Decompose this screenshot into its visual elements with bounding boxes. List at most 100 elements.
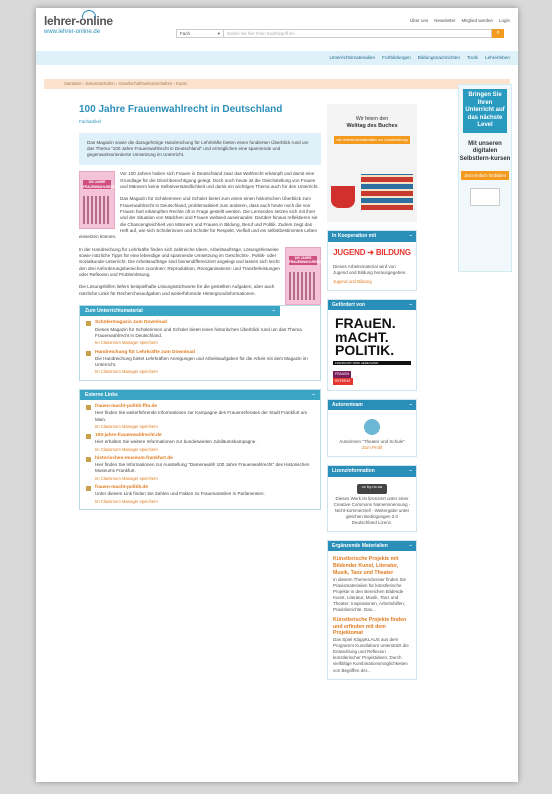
cooperation-header[interactable]: In Kooperation mit – — [328, 231, 416, 242]
license-header[interactable]: Lizenzinformation – — [328, 466, 416, 477]
subject-select[interactable]: Fach ▾ — [176, 29, 224, 38]
intro-box: Das Magazin sowie die dazugehörige Handr… — [79, 132, 321, 166]
page-title: 100 Jahre Frauenwahlrecht in Deutschland — [79, 104, 283, 115]
nav-item-tools[interactable]: Tools — [467, 55, 478, 61]
browser-page: lehrer-online www.lehrer-online.de Über … — [36, 8, 518, 782]
laptop-screen-image — [470, 188, 500, 207]
material-box-header[interactable]: Zum Unterrichtsmaterial – — [80, 305, 280, 317]
nav-item-materials[interactable]: Unterrichtsmaterialien — [330, 55, 376, 61]
links-box-header[interactable]: Externe Links – — [80, 389, 320, 401]
top-links: Über uns Newsletter Mitglied werden Logi… — [410, 18, 510, 24]
paragraph-1: Vor 100 Jahren haben sich Frauen in Deut… — [120, 171, 319, 190]
collapse-icon[interactable]: – — [409, 233, 412, 240]
partner-link[interactable]: Jugend und Bildung — [333, 279, 411, 285]
cc-license-badge[interactable]: cc by-nc-sa — [357, 483, 387, 494]
wifi-arc-icon — [82, 10, 96, 18]
article-body-2: 100 JAHRE FRAUENWAHLRECHT In der Handrei… — [79, 246, 323, 305]
book-day-ad[interactable]: Wir feiern den Welttag des Buches mit Un… — [327, 104, 417, 222]
fmp-logo-text: FRAuEN. mACHT. POLITIK. — [333, 315, 411, 359]
material-box: Zum Unterrichtsmaterial – Schülermagazin… — [79, 304, 321, 381]
training-ad-button[interactable]: Jetzt einfach fortbilden — [461, 170, 509, 181]
nav-item-news[interactable]: Bildungsnachrichten — [418, 55, 460, 61]
extra-materials-body: Künstlerische Projekte mit Bildender Kun… — [328, 551, 416, 678]
breadcrumb[interactable]: Startseite › Sekundarstufen › Gesellscha… — [44, 79, 510, 89]
save-to-classroom-link[interactable]: Im Classroom Manager speichern — [95, 476, 314, 481]
top-link-newsletter[interactable]: Newsletter — [434, 18, 455, 24]
collapse-icon[interactable]: – — [409, 543, 412, 550]
cover-title-2: 100 JAHRE FRAUENWAHLRECHT — [289, 255, 323, 265]
cover-illustration-2 — [289, 271, 317, 300]
training-ad-text: Mit unseren digitalen Selbstlern-kursen — [459, 140, 511, 163]
top-link-about[interactable]: Über uns — [410, 18, 428, 24]
collapse-icon[interactable]: – — [272, 308, 275, 315]
nav-item-teacherlife[interactable]: Lehrerleben — [485, 55, 510, 61]
training-ad-headline: Bringen Sie Ihren Unterricht auf das näc… — [463, 89, 507, 133]
search-button[interactable]: ⌕ — [492, 29, 504, 38]
ad-line-1: Wir feiern den — [355, 116, 389, 122]
list-item: Schülermagazin zum Download Dieses Magaz… — [80, 316, 320, 345]
license-box: Lizenzinformation – cc by-nc-sa Dieses We… — [327, 465, 417, 532]
extra-materials-header[interactable]: Ergänzende Materialien – — [328, 540, 416, 552]
cooperation-box: In Kooperation mit – JUGEND ➜ BILDUNG Die… — [327, 230, 417, 291]
fmp-tag-1: FRAUEN — [333, 371, 351, 378]
ad-text: Wir feiern den Welttag des Buches — [327, 104, 417, 130]
cooperation-text: Dieses Arbeitsmaterial wird von Jugend u… — [333, 263, 407, 275]
list-item: Handreichung für Lehrkräfte zum Download… — [80, 346, 320, 380]
author-body: Autorinnen "Theater und Schule" Zum Prof… — [328, 410, 416, 456]
collapse-icon[interactable]: – — [409, 468, 412, 475]
author-box: Autorenteam – Autorinnen "Theater und Sch… — [327, 398, 417, 458]
save-to-classroom-link[interactable]: Im Classroom Manager speichern — [95, 447, 257, 452]
article-type: Fachartikel — [79, 119, 102, 124]
search-icon: ⌕ — [496, 29, 500, 36]
main-content: 100 Jahre Frauenwahlrecht in Deutschland… — [79, 104, 323, 510]
nav-item-training[interactable]: Fortbildungen — [382, 55, 411, 61]
handout-cover-image[interactable]: 100 JAHRE FRAUENWAHLRECHT — [285, 246, 323, 305]
collapse-icon[interactable]: – — [409, 302, 412, 309]
external-link-icon — [86, 486, 91, 492]
collapse-icon[interactable]: – — [409, 402, 412, 409]
extra-item-desc: In diesem Themendossier finden Sie Praxi… — [333, 576, 406, 612]
logo-name: lehrer-online — [44, 14, 113, 28]
extra-item-desc: Das Spiel KlappKLAUS aus dem Programm Ku… — [333, 637, 409, 673]
license-body: cc by-nc-sa Dieses Werk ist lizenziert u… — [328, 477, 416, 531]
fmp-strip: FRANKFURT WIRD GERECHTER — [333, 361, 411, 366]
ad-orange-label: mit Unterrichtsmaterialien zur Leseförde… — [333, 135, 411, 145]
license-title: Lizenzinformation — [332, 468, 375, 475]
author-header[interactable]: Autorenteam – — [328, 399, 416, 411]
list-item: historisches-museum-frankfurt.de Hier fi… — [80, 452, 320, 481]
list-item: frauen-macht-politik.de Unter diesem Lin… — [80, 481, 320, 509]
top-link-member[interactable]: Mitglied werden — [461, 18, 493, 24]
sponsor-header[interactable]: Gefördert von – — [328, 299, 416, 311]
main-nav: Unterrichtsmaterialien Fortbildungen Bil… — [36, 51, 518, 65]
sponsor-logo[interactable]: FRAuEN. mACHT. POLITIK. FRANKFURT WIRD G… — [328, 310, 416, 389]
external-link-icon — [86, 405, 91, 411]
item-desc: Unter diesem Link finden Sie Zahlen und … — [95, 491, 265, 497]
partner-logo[interactable]: JUGEND ➜ BILDUNG — [328, 242, 416, 264]
fmp-tag-2: REFERAT — [333, 377, 353, 385]
site-header: lehrer-online www.lehrer-online.de Über … — [36, 8, 518, 48]
sponsor-box: Gefördert von – FRAuEN. mACHT. POLITIK. F… — [327, 298, 417, 391]
magazine-cover-image[interactable]: 100 JAHRE FRAUENWAHLRECHT — [79, 171, 117, 230]
coffee-cup-image — [331, 186, 355, 208]
article-body: 100 JAHRE FRAUENWAHLRECHT Vor 100 Jahren… — [79, 171, 321, 240]
collapse-icon[interactable]: – — [312, 392, 315, 399]
site-logo[interactable]: lehrer-online www.lehrer-online.de — [44, 10, 113, 36]
extra-materials-box: Ergänzende Materialien – Künstlerische Pr… — [327, 539, 417, 680]
extra-item-title[interactable]: Künstlerische Projekte mit Bildender Kun… — [333, 556, 411, 576]
save-to-classroom-link[interactable]: Im Classroom Manager speichern — [95, 369, 314, 374]
extra-item-title[interactable]: Künstlerische Projekte finden und erfind… — [333, 617, 411, 637]
item-desc: Hier finden Sie weiterführende Informati… — [95, 410, 308, 422]
cover-illustration — [83, 196, 111, 225]
save-to-classroom-link[interactable]: Im Classroom Manager speichern — [95, 424, 314, 429]
author-profile-link[interactable]: Zum Profil — [333, 445, 411, 451]
training-ad[interactable]: Bringen Sie Ihren Unterricht auf das näc… — [458, 84, 512, 272]
save-to-classroom-link[interactable]: Im Classroom Manager speichern — [95, 499, 265, 504]
download-icon — [86, 321, 91, 327]
search-input[interactable]: Geben Sie hier Ihren Suchbegriff ein — [224, 29, 492, 38]
save-to-classroom-link[interactable]: Im Classroom Manager speichern — [95, 340, 314, 345]
sponsor-title: Gefördert von — [332, 301, 366, 308]
cover-title: 100 JAHRE FRAUENWAHLRECHT — [83, 180, 117, 190]
top-link-login[interactable]: Login — [499, 18, 510, 24]
author-title: Autorenteam — [332, 401, 363, 408]
list-item: 100-jahre-frauenwahlrecht.de Hier erhalt… — [80, 429, 320, 452]
